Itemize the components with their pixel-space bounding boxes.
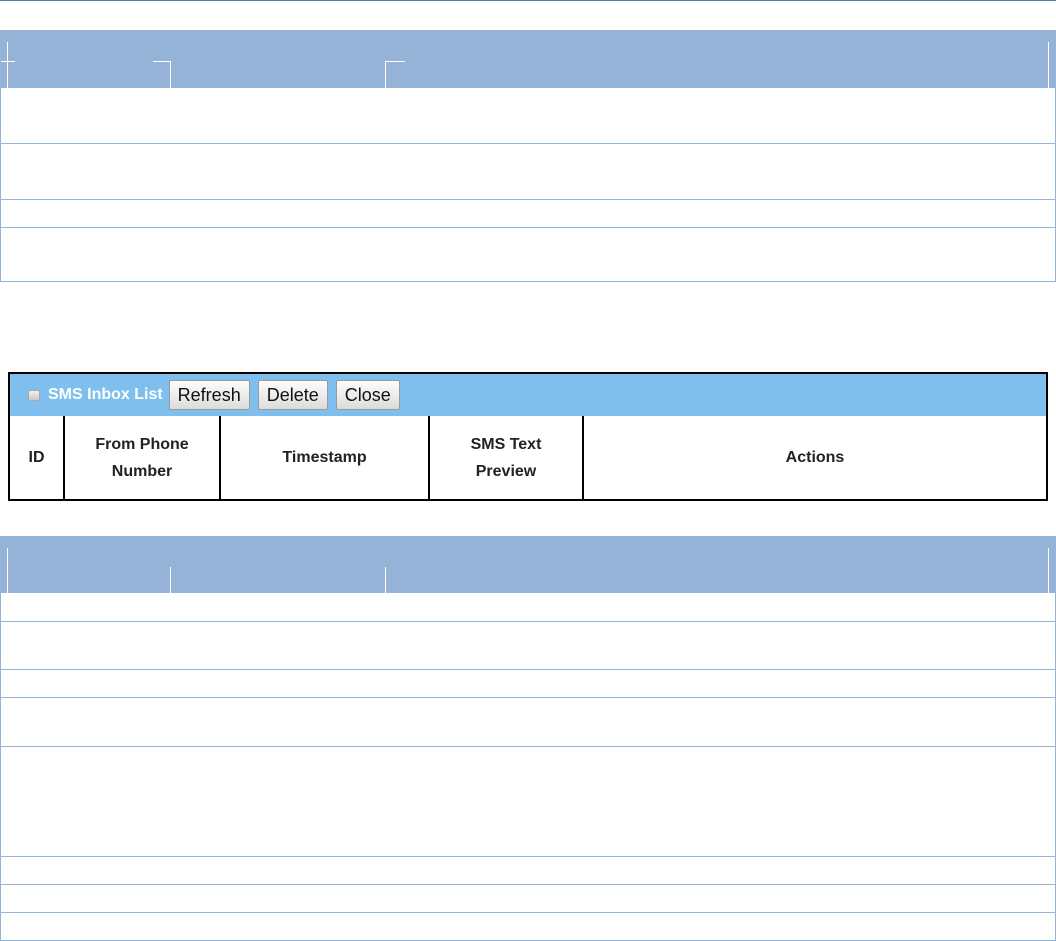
upper-description-table xyxy=(0,30,1056,282)
upper-table-row xyxy=(1,143,1055,199)
top-rule xyxy=(0,0,1056,1)
upper-table-row xyxy=(1,227,1055,281)
lower-table-row xyxy=(1,669,1055,697)
upper-table-header xyxy=(1,30,1055,88)
upper-table-row xyxy=(1,199,1055,227)
column-header-id: ID xyxy=(10,416,63,499)
column-header-sms-text-preview-label: SMS Text Preview xyxy=(470,435,542,480)
refresh-button[interactable]: Refresh xyxy=(168,380,250,410)
lower-description-table xyxy=(0,536,1056,941)
column-header-from-phone: From Phone Number xyxy=(63,416,219,499)
upper-table-row xyxy=(1,88,1055,143)
panel-bullet-icon xyxy=(28,389,40,401)
column-header-sms-text-preview: SMS Text Preview xyxy=(428,416,582,499)
sms-inbox-title: SMS Inbox List xyxy=(48,386,163,403)
delete-button[interactable]: Delete xyxy=(257,380,328,410)
column-header-timestamp: Timestamp xyxy=(219,416,428,499)
lower-table-row xyxy=(1,593,1055,621)
sms-inbox-panel: SMS Inbox List Refresh Delete Close ID F… xyxy=(8,372,1048,501)
column-header-timestamp-label: Timestamp xyxy=(282,449,367,466)
close-button[interactable]: Close xyxy=(335,380,400,410)
lower-table-row xyxy=(1,856,1055,884)
column-header-actions: Actions xyxy=(582,416,1046,499)
sms-inbox-titlebar: SMS Inbox List Refresh Delete Close xyxy=(10,374,1046,416)
lower-table-header xyxy=(1,536,1055,593)
column-header-from-phone-label: From Phone Number xyxy=(95,435,189,480)
lower-table-row xyxy=(1,697,1055,746)
column-header-id-label: ID xyxy=(28,449,45,466)
lower-table-row xyxy=(1,912,1055,940)
lower-table-row xyxy=(1,746,1055,856)
lower-table-row xyxy=(1,884,1055,912)
sms-inbox-column-headers: ID From Phone Number Timestamp SMS Text … xyxy=(10,416,1046,499)
lower-table-row xyxy=(1,621,1055,669)
column-header-actions-label: Actions xyxy=(785,449,845,466)
